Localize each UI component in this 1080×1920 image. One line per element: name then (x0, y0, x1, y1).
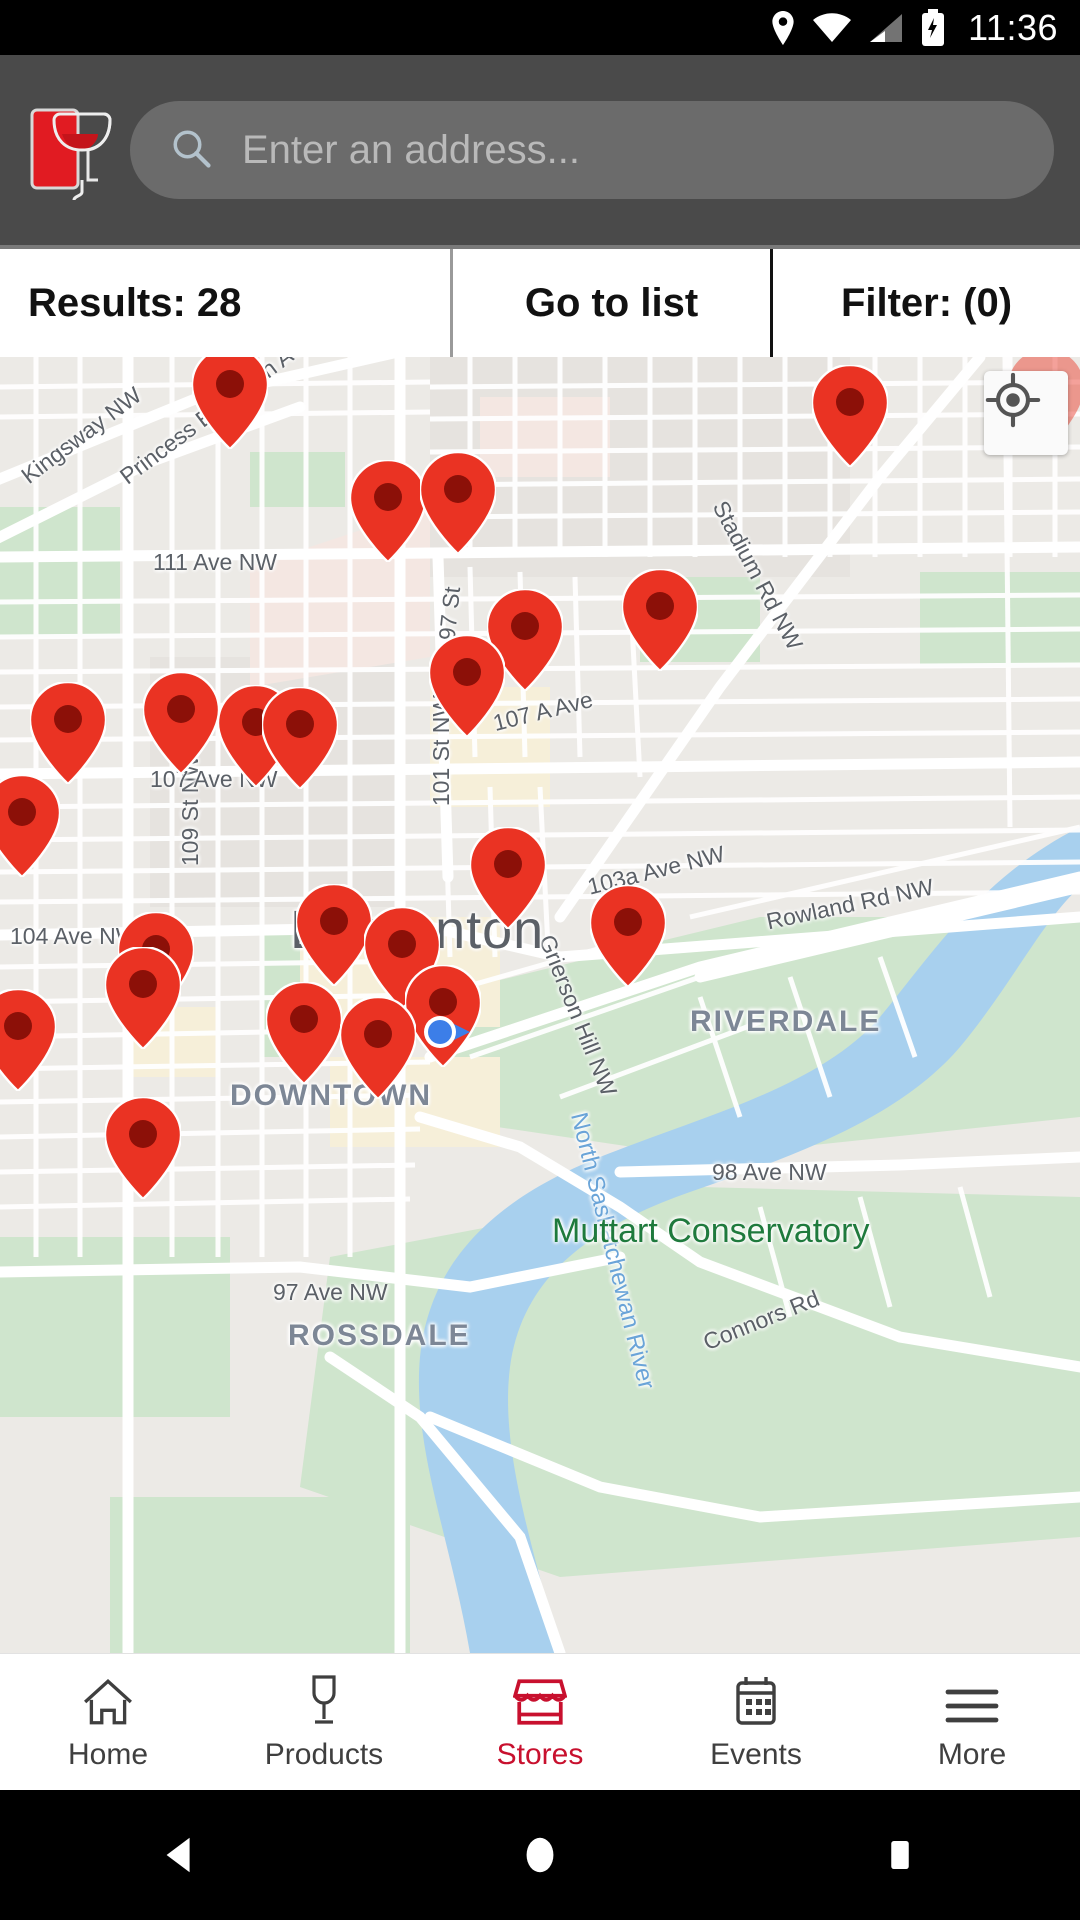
app-root: 11:36 Enter an address... Results: 28 Go… (0, 0, 1080, 1920)
go-to-list-button[interactable]: Go to list (450, 249, 770, 357)
nav-label: Events (710, 1738, 802, 1771)
cellular-signal-icon (868, 12, 904, 44)
storefront-icon (513, 1672, 567, 1728)
back-triangle-icon (166, 1837, 190, 1873)
nav-label: Products (264, 1738, 384, 1771)
wine-glass-logo (26, 100, 112, 201)
android-navigation-bar (0, 1790, 1080, 1920)
wifi-icon (812, 12, 852, 44)
app-header: Enter an address... (0, 55, 1080, 245)
search-placeholder: Enter an address... (242, 127, 580, 172)
my-location-icon (985, 372, 1041, 428)
status-bar: 11:36 (0, 0, 1080, 55)
bottom-navigation: Home Products Stores Events More (0, 1653, 1080, 1790)
nav-item-products[interactable]: Products (216, 1672, 432, 1772)
map-basemap (0, 357, 1080, 1653)
android-back-button[interactable] (0, 1832, 360, 1878)
recents-square-icon (891, 1841, 909, 1869)
android-home-button[interactable] (360, 1832, 720, 1878)
filter-button[interactable]: Filter: (0) (770, 249, 1080, 357)
calendar-icon (734, 1672, 778, 1728)
android-recents-button[interactable] (720, 1834, 1080, 1876)
battery-charging-icon (920, 8, 946, 47)
nav-label: More (937, 1738, 1007, 1771)
results-count-label: Results: 28 (28, 280, 242, 325)
status-time: 11:36 (968, 6, 1058, 48)
my-location-button[interactable] (984, 371, 1068, 455)
nav-item-events[interactable]: Events (648, 1672, 864, 1772)
nav-label: Stores (496, 1738, 584, 1771)
action-bar: Results: 28 Go to list Filter: (0) (0, 245, 1080, 357)
home-icon (81, 1672, 135, 1728)
nav-item-stores[interactable]: Stores (432, 1672, 648, 1772)
search-icon (170, 127, 212, 174)
wine-glass-icon (304, 1672, 344, 1728)
hamburger-icon (944, 1672, 1000, 1728)
map-view[interactable]: Kingsway NW Princess Elizabeth Ave NW 11… (0, 357, 1080, 1653)
nav-item-home[interactable]: Home (0, 1672, 216, 1772)
location-icon (770, 10, 796, 45)
nav-label: Home (67, 1738, 149, 1771)
home-circle-icon (526, 1837, 554, 1873)
search-input[interactable]: Enter an address... (130, 101, 1054, 199)
user-location-dot (420, 1012, 470, 1052)
nav-item-more[interactable]: More (864, 1672, 1080, 1772)
